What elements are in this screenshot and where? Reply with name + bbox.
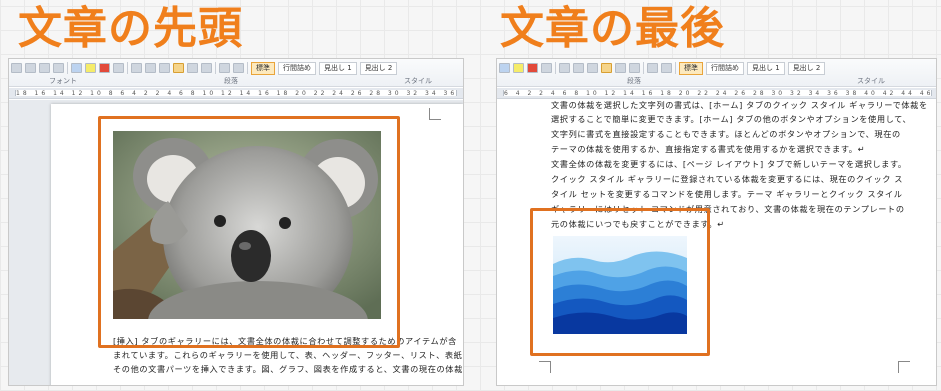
borders-icon[interactable] [233, 63, 244, 73]
style-normal[interactable]: 標準 [679, 61, 703, 75]
subscript-icon[interactable] [39, 63, 50, 73]
ribbon-toolbar: 標準 行間詰め 見出し 1 見出し 2 [499, 61, 826, 75]
paragraph-group-label: 段落 [627, 77, 641, 85]
divider [675, 62, 676, 74]
highlight-color-icon[interactable] [85, 63, 96, 73]
style-no-spacing[interactable]: 行間詰め [278, 61, 316, 75]
style-group-label: スタイル [857, 77, 885, 85]
ruler-scale: 6 4 2 2 4 6 8 10 12 14 16 18 20 22 24 26… [503, 90, 932, 96]
align-center-icon[interactable] [573, 63, 584, 73]
align-left-icon[interactable] [131, 63, 142, 73]
horizontal-ruler[interactable]: 18 16 14 12 10 8 6 4 2 2 4 6 8 10 12 14 … [9, 88, 463, 99]
style-heading-1[interactable]: 見出し 1 [319, 61, 357, 75]
line-spacing-icon[interactable] [201, 63, 212, 73]
justify-icon[interactable] [173, 63, 184, 73]
distribute-icon[interactable] [615, 63, 626, 73]
font-color-icon[interactable] [527, 63, 538, 73]
highlight-box [530, 208, 710, 356]
align-left-icon[interactable] [559, 63, 570, 73]
ribbon-group-labels: フォント 段落 スタイル [9, 76, 463, 86]
divider [215, 62, 216, 74]
align-right-icon[interactable] [159, 63, 170, 73]
text-effect-icon[interactable] [71, 63, 82, 73]
borders-icon[interactable] [661, 63, 672, 73]
body-text-line[interactable]: タイル セットを変更するコマンドを使用します。テーマ ギャラリーとクイック スタ… [551, 189, 903, 200]
body-text-line[interactable]: クイック スタイル ギャラリーに登録されている体裁を変更するには、現在のクイック… [551, 174, 903, 185]
align-center-icon[interactable] [145, 63, 156, 73]
justify-icon[interactable] [601, 63, 612, 73]
shading-icon[interactable] [647, 63, 658, 73]
style-heading-2[interactable]: 見出し 2 [359, 61, 398, 75]
superscript-icon[interactable] [53, 63, 64, 73]
char-shading-icon[interactable] [113, 63, 124, 73]
divider [555, 62, 556, 74]
ruler-scale: 18 16 14 12 10 8 6 4 2 2 4 6 8 10 12 14 … [15, 90, 457, 96]
style-heading-2[interactable]: 見出し 2 [787, 61, 826, 75]
font-size-icon[interactable] [11, 63, 22, 73]
body-text-line[interactable]: まれています。これらのギャラリーを使用して、表、ヘッダー、フッター、リスト、表紙… [113, 350, 463, 361]
divider [643, 62, 644, 74]
shading-icon[interactable] [219, 63, 230, 73]
body-text-line[interactable]: 文書の体裁を選択した文字列の書式は、[ホーム] タブのクイック スタイル ギャラ… [551, 100, 928, 111]
line-spacing-icon[interactable] [629, 63, 640, 73]
font-color-icon[interactable] [99, 63, 110, 73]
horizontal-ruler[interactable]: 6 4 2 2 4 6 8 10 12 14 16 18 20 22 24 26… [497, 88, 936, 99]
divider [127, 62, 128, 74]
strikethrough-icon[interactable] [25, 63, 36, 73]
body-text-line[interactable]: その他の文書パーツを挿入できます。図、グラフ、図表を作成すると、文書の現在の体裁 [113, 364, 463, 375]
body-text-line[interactable]: 選択することで簡単に変更できます。[ホーム] タブの他のボタンやオプションを使用… [551, 114, 911, 125]
style-normal[interactable]: 標準 [251, 61, 275, 75]
heading-document-start: 文章の先頭 [18, 3, 243, 54]
ribbon-group-labels: 段落 スタイル [497, 76, 936, 86]
margin-corner-mark [539, 361, 551, 373]
char-shading-icon[interactable] [541, 63, 552, 73]
paragraph-group-label: 段落 [224, 77, 238, 85]
margin-corner-mark [429, 108, 441, 120]
style-no-spacing[interactable]: 行間詰め [706, 61, 744, 75]
align-right-icon[interactable] [587, 63, 598, 73]
divider [247, 62, 248, 74]
ribbon: 標準 行間詰め 見出し 1 見出し 2 フォント 段落 スタイル [9, 59, 463, 87]
distribute-icon[interactable] [187, 63, 198, 73]
divider [67, 62, 68, 74]
body-text-line[interactable]: 文字列に書式を直接設定することもできます。ほとんどのボタンやオプションで、現在の [551, 129, 901, 140]
ribbon-toolbar: 標準 行間詰め 見出し 1 見出し 2 [11, 61, 398, 75]
text-effect-icon[interactable] [499, 63, 510, 73]
margin-corner-mark [898, 361, 910, 373]
font-group-label: フォント [49, 77, 77, 85]
style-group-label: スタイル [404, 77, 432, 85]
highlight-color-icon[interactable] [513, 63, 524, 73]
heading-document-end: 文章の最後 [500, 3, 725, 54]
body-text-line[interactable]: テーマの体裁を使用するか、直接指定する書式を使用するかを選択できます。↵ [551, 144, 865, 155]
ribbon: 標準 行間詰め 見出し 1 見出し 2 段落 スタイル [497, 59, 936, 87]
style-heading-1[interactable]: 見出し 1 [747, 61, 785, 75]
highlight-box [98, 116, 400, 348]
body-text-line[interactable]: 文書全体の体裁を変更するには、[ページ レイアウト] タブで新しいテーマを選択し… [551, 159, 907, 170]
